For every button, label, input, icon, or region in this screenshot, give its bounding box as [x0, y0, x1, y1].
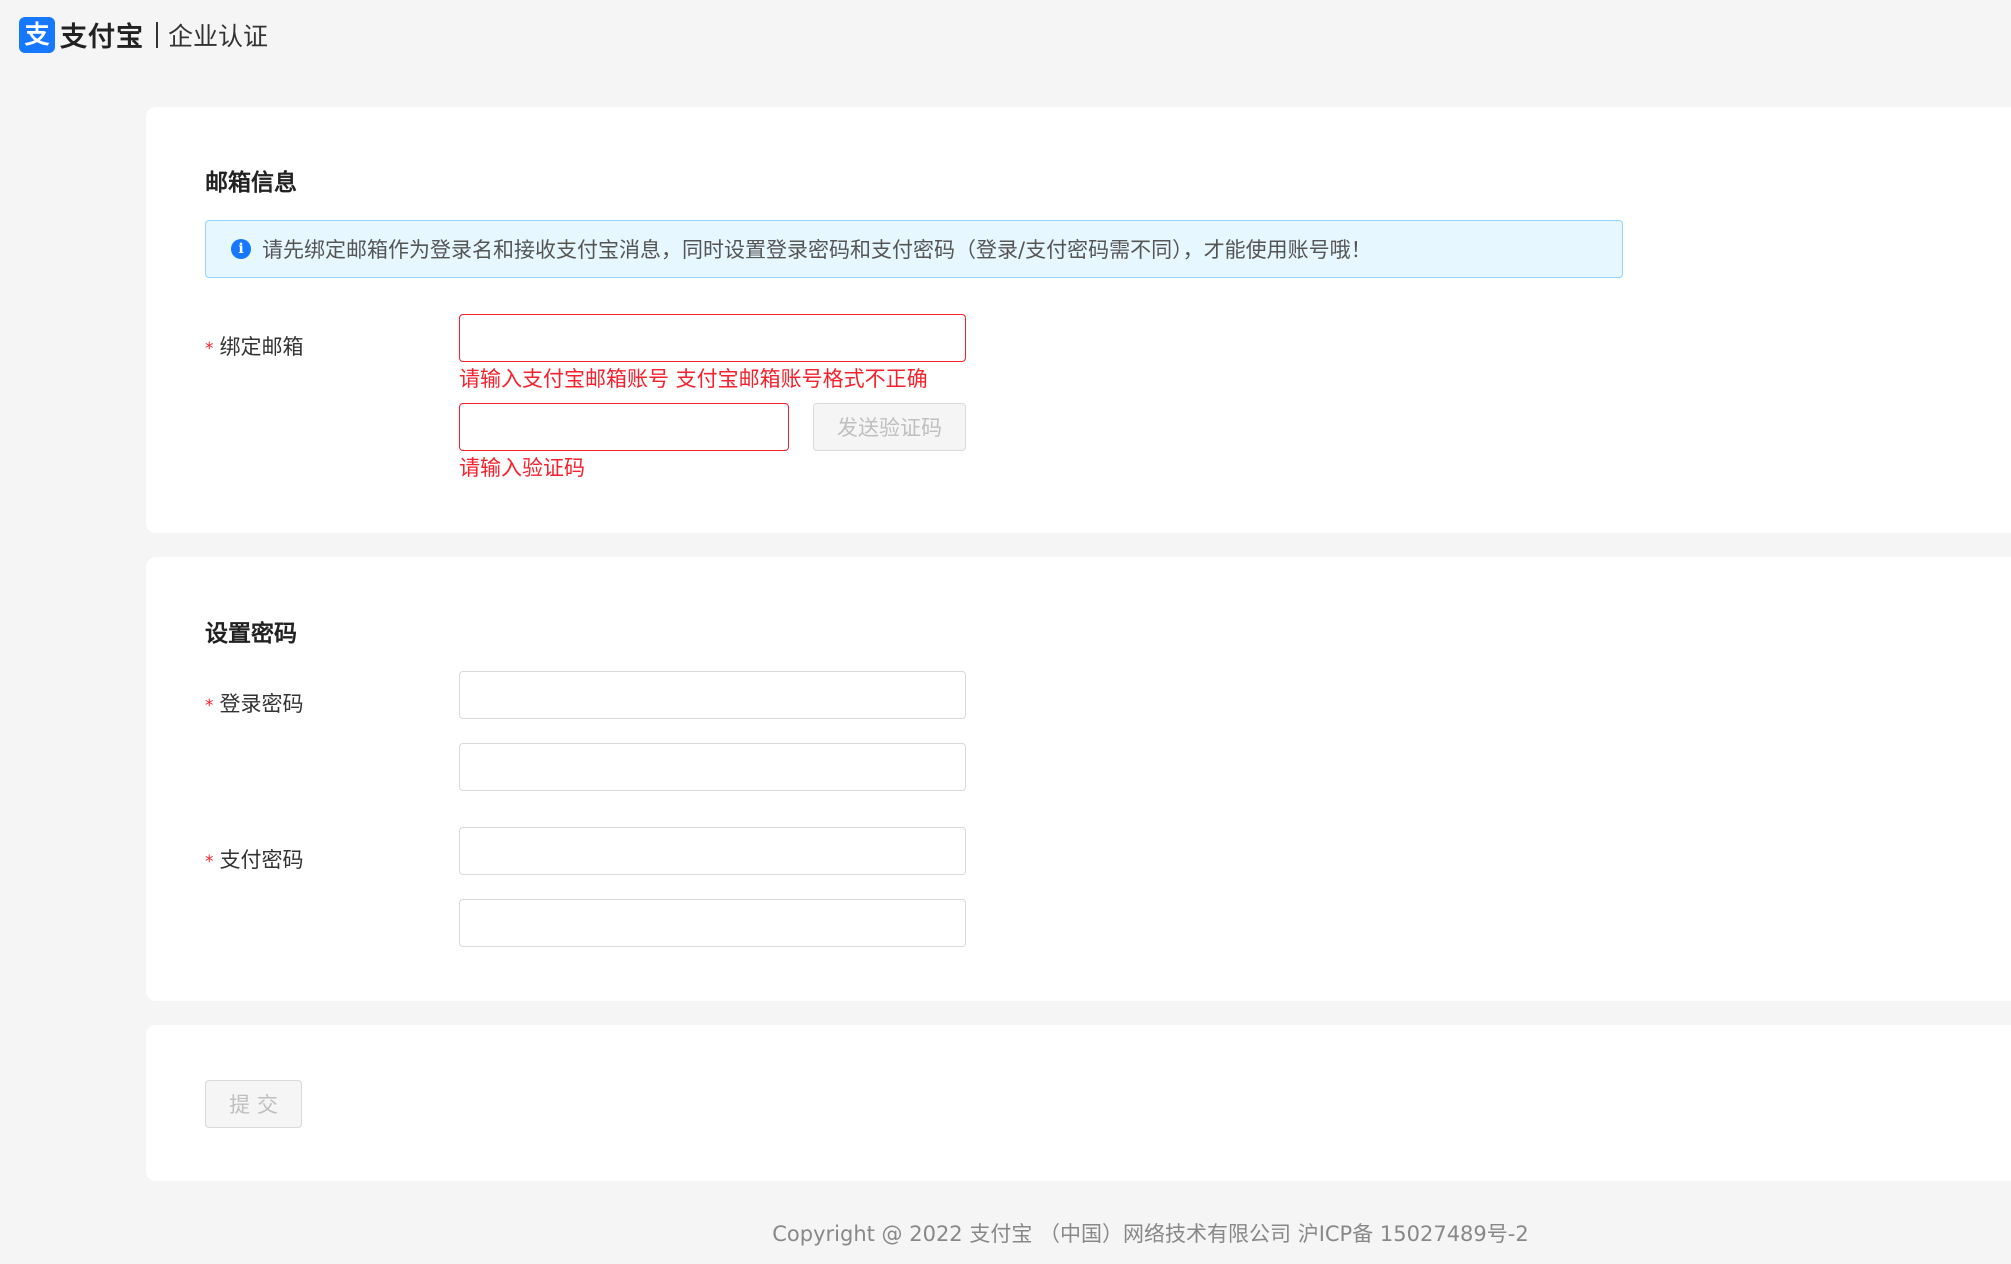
- logo-divider: [156, 21, 158, 48]
- info-notice: i 请先绑定邮箱作为登录名和接收支付宝消息，同时设置登录密码和支付密码（登录/支…: [205, 220, 1623, 278]
- email-info-panel: 邮箱信息 i 请先绑定邮箱作为登录名和接收支付宝消息，同时设置登录密码和支付密码…: [146, 107, 2011, 533]
- required-asterisk: *: [205, 339, 214, 359]
- alipay-logo-icon: 支: [19, 16, 55, 53]
- required-asterisk: *: [205, 852, 214, 872]
- email-section-title: 邮箱信息: [205, 170, 297, 196]
- login-password-confirm-input[interactable]: [459, 743, 966, 791]
- login-password-input[interactable]: [459, 671, 966, 719]
- code-error-message: 请输入验证码: [459, 456, 585, 480]
- required-asterisk: *: [205, 696, 214, 716]
- email-error-message: 请输入支付宝邮箱账号 支付宝邮箱账号格式不正确: [459, 367, 928, 391]
- password-panel: 设置密码 * 登录密码 * 支付密码: [146, 557, 2011, 1001]
- info-notice-text: 请先绑定邮箱作为登录名和接收支付宝消息，同时设置登录密码和支付密码（登录/支付密…: [262, 238, 1372, 262]
- info-icon: i: [231, 239, 251, 259]
- submit-panel: 提 交: [146, 1025, 2011, 1181]
- submit-button[interactable]: 提 交: [205, 1080, 302, 1128]
- header-subtitle: 企业认证: [168, 21, 269, 51]
- logo-text: 支付宝: [60, 22, 144, 53]
- verification-code-input[interactable]: [459, 403, 789, 451]
- page-header: 支 支付宝 企业认证: [0, 0, 2011, 64]
- pay-password-input[interactable]: [459, 827, 966, 875]
- pay-password-confirm-input[interactable]: [459, 899, 966, 947]
- email-input[interactable]: [459, 314, 966, 362]
- footer-copyright: Copyright @ 2022 支付宝 （中国）网络技术有限公司 沪ICP备 …: [772, 1222, 1529, 1246]
- send-code-button[interactable]: 发送验证码: [813, 403, 966, 451]
- bind-email-label: * 绑定邮箱: [205, 335, 304, 359]
- pay-password-label: * 支付密码: [205, 848, 304, 872]
- password-section-title: 设置密码: [205, 621, 297, 647]
- alipay-logo[interactable]: 支 支付宝 企业认证: [19, 15, 268, 54]
- login-password-label: * 登录密码: [205, 692, 304, 716]
